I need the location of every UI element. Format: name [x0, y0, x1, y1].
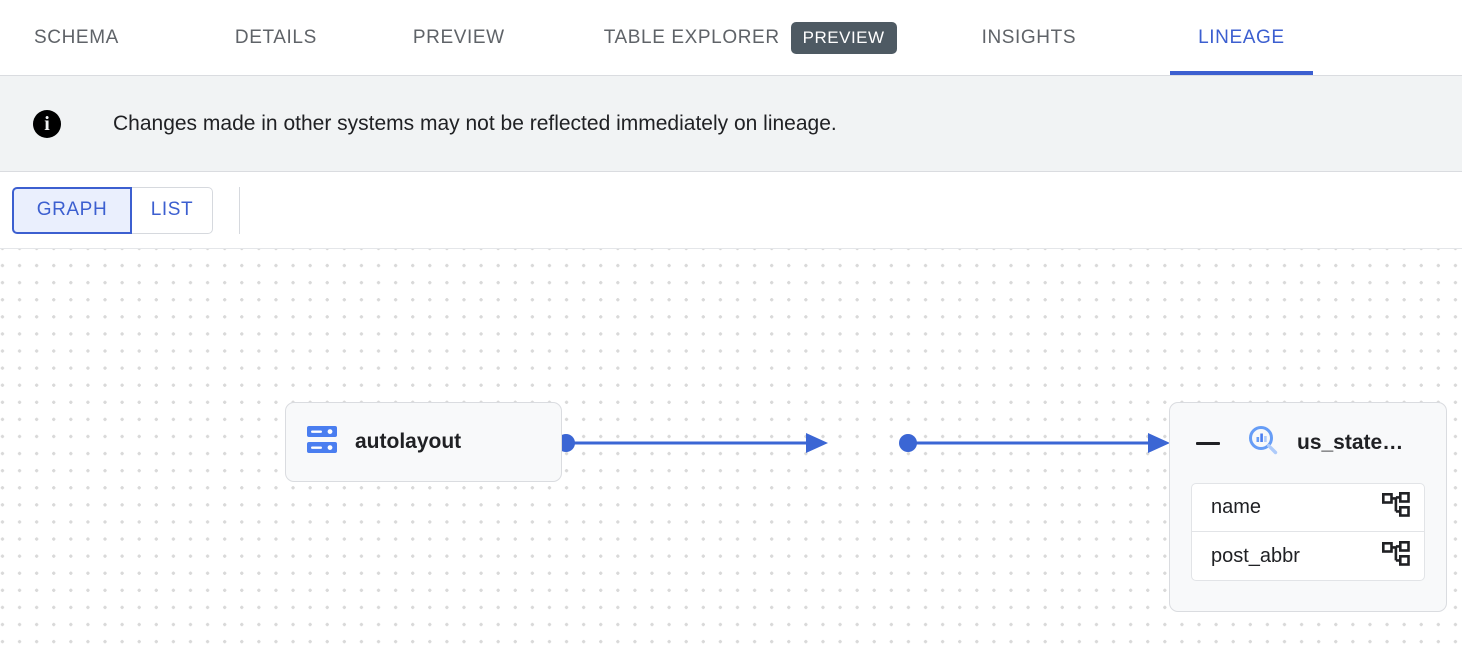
tab-label: LINEAGE	[1198, 26, 1285, 48]
tab-table-explorer[interactable]: TABLE EXPLORER PREVIEW	[604, 0, 897, 75]
tab-label: SCHEMA	[34, 26, 119, 48]
graph-node-autolayout[interactable]: autolayout	[285, 402, 562, 482]
tab-preview[interactable]: PREVIEW	[413, 0, 505, 75]
tab-underline	[1170, 71, 1313, 75]
view-mode-toggle: GRAPH LIST	[12, 186, 213, 234]
node-header: us_state…	[1170, 403, 1446, 483]
edge-source-port	[899, 434, 917, 452]
tab-label: DETAILS	[234, 26, 317, 48]
column-lineage-icon[interactable]	[1381, 540, 1410, 572]
list-view-button[interactable]: LIST	[132, 186, 213, 234]
tab-label: TABLE EXPLORER	[603, 26, 780, 48]
lineage-info-banner: i Changes made in other systems may not …	[0, 76, 1462, 172]
tab-insights[interactable]: INSIGHTS	[982, 0, 1077, 75]
tab-label: INSIGHTS	[981, 26, 1077, 48]
preview-badge: PREVIEW	[790, 21, 897, 54]
tab-schema[interactable]: SCHEMA	[34, 0, 119, 75]
column-row[interactable]: post_abbr	[1191, 532, 1425, 581]
graph-node-us-states[interactable]: us_state… name post_abbr	[1169, 402, 1447, 612]
column-name: name	[1211, 496, 1262, 518]
lineage-graph-canvas[interactable]: autolayout us_state… name post_abbr	[0, 248, 1462, 654]
info-icon: i	[33, 109, 61, 138]
tab-details[interactable]: DETAILS	[235, 0, 317, 75]
tab-lineage[interactable]: LINEAGE	[1170, 0, 1313, 75]
tab-label: PREVIEW	[412, 26, 505, 48]
toolbar-divider	[239, 186, 240, 234]
tab-bar: SCHEMA DETAILS PREVIEW TABLE EXPLORER PR…	[0, 0, 1462, 76]
node-label: autolayout	[355, 430, 462, 453]
bigquery-icon	[1246, 424, 1280, 463]
column-lineage-icon[interactable]	[1381, 491, 1410, 523]
node-columns: name post_abbr	[1191, 483, 1425, 581]
banner-message: Changes made in other systems may not be…	[113, 111, 837, 135]
dataset-icon	[307, 425, 337, 459]
lineage-toolbar: GRAPH LIST	[0, 172, 1462, 248]
column-row[interactable]: name	[1191, 483, 1425, 532]
graph-view-button[interactable]: GRAPH	[12, 186, 132, 234]
node-label: us_state…	[1297, 431, 1404, 454]
minus-icon[interactable]	[1194, 429, 1222, 457]
column-name: post_abbr	[1211, 544, 1300, 567]
